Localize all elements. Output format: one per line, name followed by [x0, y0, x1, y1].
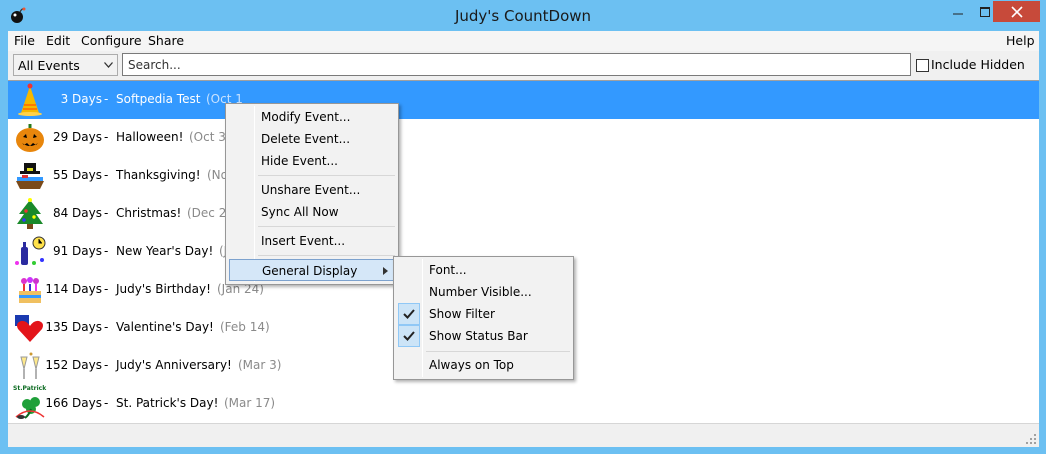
event-days: 55 Days: [52, 168, 102, 182]
include-hidden-label[interactable]: Include Hidden: [931, 57, 1025, 72]
context-menu: Modify Event... Delete Event... Hide Eve…: [225, 103, 399, 285]
menu-item-show-filter[interactable]: Show Filter: [397, 303, 570, 325]
event-filter-value: All Events: [18, 58, 80, 73]
event-date: (Feb 14): [220, 320, 270, 334]
menu-item-insert-event[interactable]: Insert Event...: [229, 230, 395, 252]
menu-separator: [258, 175, 395, 176]
event-days: 114 Days: [45, 282, 102, 296]
menu-item-delete-event[interactable]: Delete Event...: [229, 128, 395, 150]
event-filter-select[interactable]: All Events: [13, 54, 118, 76]
menu-item-sync-all-now[interactable]: Sync All Now: [229, 201, 395, 223]
chevron-right-icon: [383, 267, 388, 275]
check-icon: [398, 325, 420, 347]
menu-item-unshare-event[interactable]: Unshare Event...: [229, 179, 395, 201]
menu-bar: File Edit Configure Share Help: [8, 31, 1039, 51]
event-days: 29 Days: [52, 130, 102, 144]
event-separator: -: [104, 244, 109, 258]
event-separator: -: [104, 168, 109, 182]
event-date: (Mar 3): [238, 358, 282, 372]
event-separator: -: [104, 206, 109, 220]
include-hidden-checkbox[interactable]: [916, 59, 929, 72]
event-name: New Year's Day!: [116, 244, 214, 258]
event-days: 166 Days: [45, 396, 102, 410]
event-days: 3 Days: [60, 92, 102, 106]
close-icon: [1010, 5, 1023, 18]
event-separator: -: [104, 130, 109, 144]
menu-edit[interactable]: Edit: [46, 33, 70, 48]
event-separator: -: [104, 282, 109, 296]
resize-grip-icon[interactable]: [1026, 434, 1036, 444]
menu-separator: [426, 351, 570, 352]
menu-item-show-status-bar[interactable]: Show Status Bar: [397, 325, 570, 347]
event-row[interactable]: 3 Days - Softpedia Test (Oct 1: [8, 81, 1039, 119]
window-title: Judy's CountDown: [454, 7, 592, 25]
event-name: Christmas!: [116, 206, 182, 220]
event-row[interactable]: St.Patrick 166 Days - St. Patrick's Day! (…: [8, 385, 1039, 423]
event-name: Valentine's Day!: [116, 320, 214, 334]
close-button[interactable]: [993, 1, 1040, 22]
app-window: Judy's CountDown File Edit Configure Sha…: [0, 0, 1046, 454]
event-name: St. Patrick's Day!: [116, 396, 219, 410]
menu-item-general-display[interactable]: General Display: [229, 259, 395, 281]
menu-item-modify-event[interactable]: Modify Event...: [229, 106, 395, 128]
general-display-submenu: Font... Number Visible... Show Filter Sh…: [393, 256, 574, 380]
event-row[interactable]: 29 Days - Halloween! (Oct 31): [8, 119, 1039, 157]
event-days: 152 Days: [45, 358, 102, 372]
event-name: Judy's Birthday!: [116, 282, 211, 296]
event-separator: -: [104, 92, 109, 106]
event-row[interactable]: 84 Days - Christmas! (Dec 25): [8, 195, 1039, 233]
event-separator: -: [104, 396, 109, 410]
event-date: (Mar 17): [224, 396, 276, 410]
event-name: Thanksgiving!: [116, 168, 201, 182]
status-bar: [8, 423, 1039, 447]
event-days: 84 Days: [52, 206, 102, 220]
menu-help[interactable]: Help: [1006, 33, 1035, 48]
menu-file[interactable]: File: [14, 33, 35, 48]
maximize-icon: [979, 6, 990, 17]
event-separator: -: [104, 358, 109, 372]
search-input[interactable]: [122, 53, 911, 76]
event-name: Softpedia Test: [116, 92, 201, 106]
minimize-icon: [953, 13, 963, 14]
event-separator: -: [104, 320, 109, 334]
menu-separator: [258, 255, 395, 256]
menu-separator: [258, 226, 395, 227]
chevron-down-icon: [104, 62, 113, 68]
filter-bar: All Events Include Hidden: [8, 51, 1039, 80]
menu-configure[interactable]: Configure: [81, 33, 142, 48]
title-bar[interactable]: Judy's CountDown: [0, 0, 1046, 31]
client-area: File Edit Configure Share Help All Event…: [8, 31, 1039, 447]
icon-caption: St.Patrick: [13, 385, 47, 392]
event-row[interactable]: 55 Days - Thanksgiving!(Nov 2: [8, 157, 1039, 195]
menu-item-hide-event[interactable]: Hide Event...: [229, 150, 395, 172]
event-days: 135 Days: [45, 320, 102, 334]
menu-item-font[interactable]: Font...: [397, 259, 570, 281]
menu-item-number-visible[interactable]: Number Visible...: [397, 281, 570, 303]
menu-share[interactable]: Share: [148, 33, 184, 48]
event-days: 91 Days: [52, 244, 102, 258]
check-icon: [398, 303, 420, 325]
event-name: Halloween!: [116, 130, 184, 144]
minimize-button[interactable]: [945, 1, 971, 22]
event-name: Judy's Anniversary!: [116, 358, 232, 372]
menu-item-always-on-top[interactable]: Always on Top: [397, 354, 570, 376]
